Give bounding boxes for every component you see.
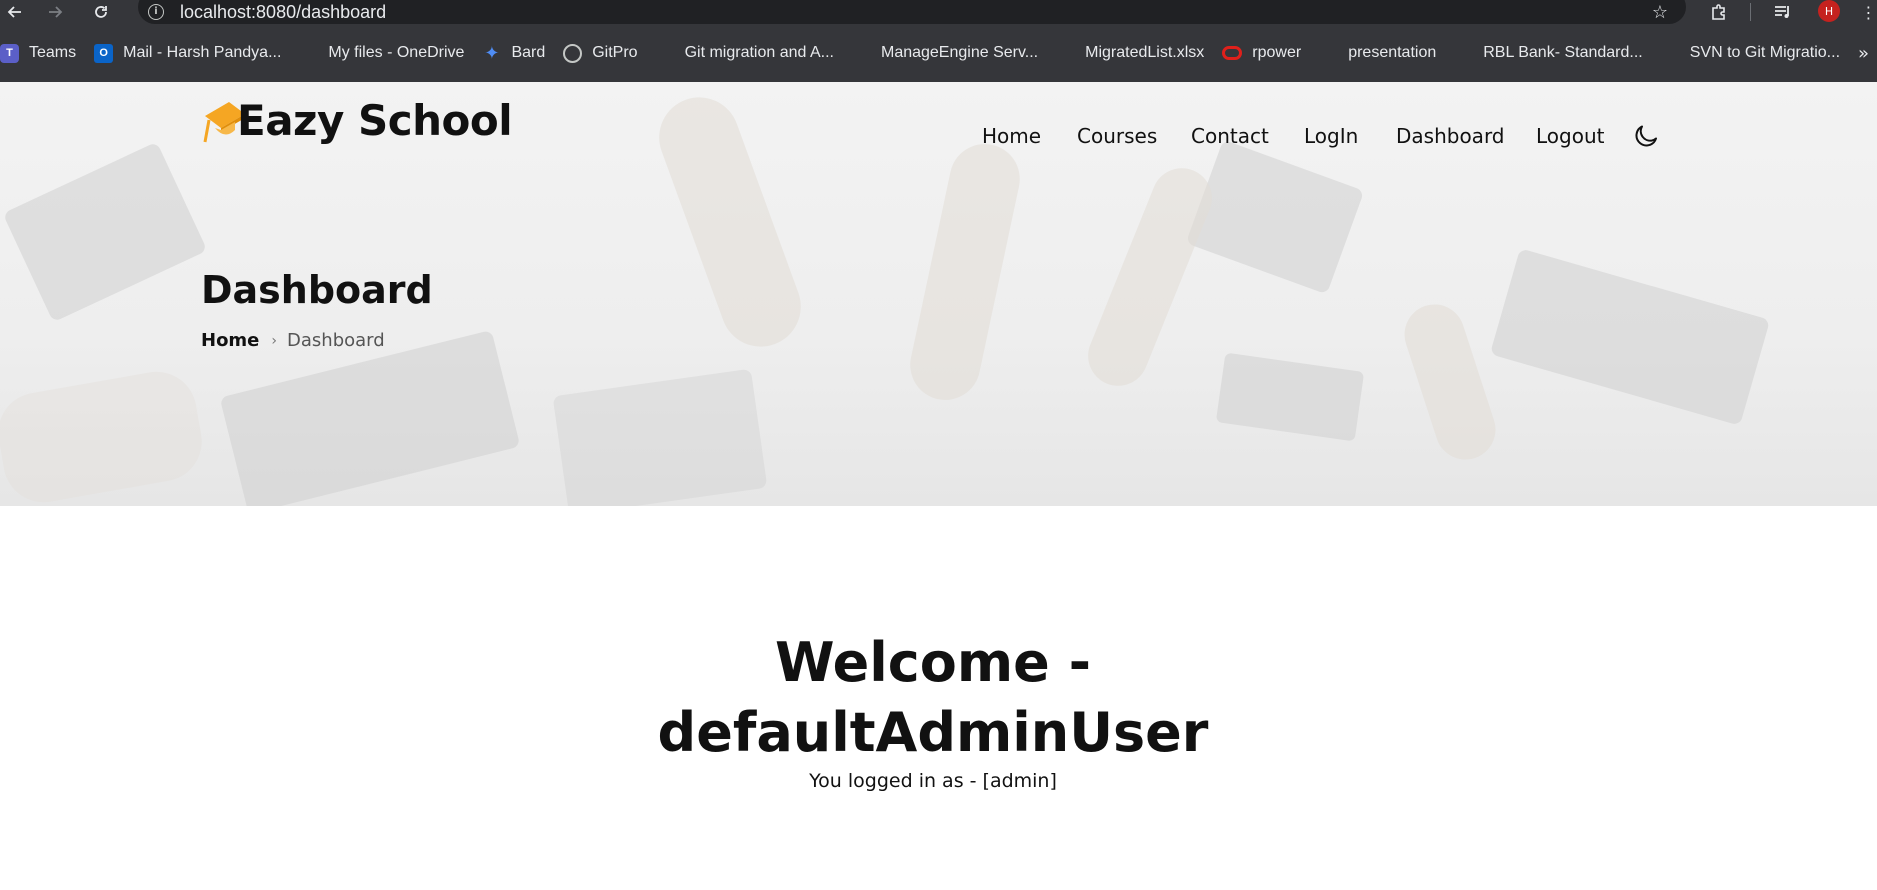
bookmark-label: MigratedList.xlsx	[1085, 44, 1205, 61]
reload-icon	[95, 6, 107, 18]
welcome-username: defaultAdminUser	[657, 701, 1209, 764]
info-icon[interactable]: i	[148, 4, 164, 20]
teams-icon: T	[0, 43, 19, 63]
microsoft-icon	[656, 44, 675, 63]
breadcrumb: Home › Dashboard	[201, 330, 385, 351]
arrow-right-icon	[49, 6, 63, 18]
kebab-icon[interactable]: ⋮	[1860, 0, 1877, 24]
bookmark-label: Teams	[29, 44, 77, 61]
bookmark-manageengine[interactable]: ManageEngine Serv...	[843, 37, 1047, 69]
extensions-button[interactable]	[1708, 0, 1730, 24]
microsoft-icon	[1056, 44, 1075, 63]
back-button[interactable]	[0, 0, 30, 24]
address-bar[interactable]: i localhost:8080/dashboard ☆	[138, 0, 1686, 24]
browser-toolbar: i localhost:8080/dashboard ☆ H ⋮	[0, 0, 1877, 24]
puzzle-icon	[1712, 4, 1725, 20]
bookmark-migratedlist[interactable]: MigratedList.xlsx	[1047, 37, 1213, 69]
nav-courses[interactable]: Courses	[1077, 124, 1157, 148]
welcome-line-1: Welcome -	[775, 631, 1091, 694]
microsoft-icon	[1661, 44, 1680, 63]
bookmark-git-migration[interactable]: Git migration and A...	[647, 37, 843, 69]
bookmark-mail[interactable]: O Mail - Harsh Pandya...	[85, 37, 290, 69]
toolbar-divider	[1750, 3, 1751, 21]
bookmark-label: presentation	[1348, 44, 1437, 61]
bard-sparkle-icon: ✦	[484, 42, 500, 63]
bookmark-svn-to-git[interactable]: SVN to Git Migratio...	[1652, 37, 1849, 69]
breadcrumb-current: Dashboard	[287, 330, 385, 351]
breadcrumb-home-link[interactable]: Home	[201, 330, 259, 351]
chevron-double-right-icon[interactable]: »	[1858, 24, 1869, 82]
nav-dashboard[interactable]: Dashboard	[1396, 124, 1505, 148]
microsoft-icon	[852, 44, 871, 63]
bookmark-label: rpower	[1252, 44, 1302, 61]
bookmark-label: ManageEngine Serv...	[880, 44, 1039, 61]
welcome-heading: Welcome - defaultAdminUser	[0, 628, 1866, 768]
microsoft-icon	[1454, 44, 1473, 63]
bookmark-label: Bard	[511, 44, 546, 61]
bookmark-label: My files - OneDrive	[328, 44, 465, 61]
star-icon[interactable]: ☆	[1652, 2, 1668, 23]
bookmark-bard[interactable]: ✦ Bard	[473, 37, 554, 69]
url-text[interactable]: localhost:8080/dashboard	[180, 2, 386, 23]
bookmark-rbl-bank[interactable]: RBL Bank- Standard...	[1445, 37, 1652, 69]
arrow-left-icon	[7, 6, 21, 18]
profile-avatar[interactable]: H	[1818, 0, 1840, 22]
queue-music-icon	[1775, 6, 1789, 18]
bookmark-label: RBL Bank- Standard...	[1483, 44, 1643, 61]
forward-button[interactable]	[40, 0, 70, 24]
microsoft-icon	[299, 44, 318, 63]
nav-contact[interactable]: Contact	[1191, 124, 1269, 148]
bookmark-rpower[interactable]: rpower	[1213, 37, 1310, 69]
brand-logo[interactable]: Eazy School	[201, 96, 513, 146]
bookmark-gitpro[interactable]: GitPro	[554, 37, 646, 69]
reload-button[interactable]	[86, 0, 116, 24]
moon-icon[interactable]	[1632, 122, 1660, 150]
microsoft-icon	[1319, 44, 1338, 63]
bookmark-presentation[interactable]: presentation	[1310, 37, 1445, 69]
bookmark-label: Mail - Harsh Pandya...	[123, 44, 282, 61]
page-title: Dashboard	[201, 268, 433, 312]
bookmark-label: Git migration and A...	[684, 44, 834, 61]
nav-home[interactable]: Home	[982, 124, 1041, 148]
bookmark-teams[interactable]: T Teams	[0, 37, 85, 69]
bookmark-label: SVN to Git Migratio...	[1689, 44, 1841, 61]
chevron-right-icon: ›	[271, 332, 278, 349]
brand-name: Eazy School	[237, 96, 513, 145]
globe-icon	[563, 43, 583, 63]
role-text: You logged in as - [admin]	[809, 770, 1057, 792]
bookmark-onedrive[interactable]: My files - OneDrive	[290, 37, 473, 69]
outlook-icon: O	[94, 43, 114, 63]
nav-login[interactable]: LogIn	[1304, 124, 1358, 148]
nav-logout[interactable]: Logout	[1536, 124, 1604, 148]
oracle-icon	[1222, 46, 1243, 60]
bookmarks-bar: T Teams O Mail - Harsh Pandya... My file…	[0, 24, 1877, 82]
bookmark-label: GitPro	[592, 44, 638, 61]
media-button[interactable]	[1772, 0, 1794, 24]
